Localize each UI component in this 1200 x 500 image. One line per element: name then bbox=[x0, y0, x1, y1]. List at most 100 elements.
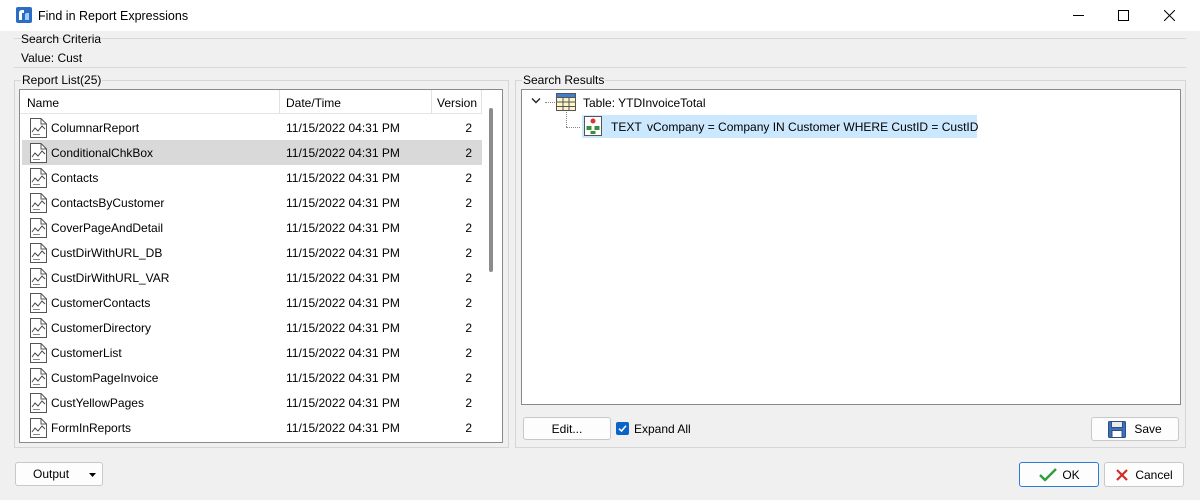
app-icon bbox=[16, 7, 32, 23]
report-datetime: 11/15/2022 04:31 PM bbox=[286, 396, 400, 410]
report-version: 2 bbox=[465, 296, 472, 310]
report-list-scrollbar[interactable] bbox=[489, 108, 493, 272]
report-datetime: 11/15/2022 04:31 PM bbox=[286, 271, 400, 285]
column-header-datetime[interactable]: Date/Time bbox=[286, 96, 341, 110]
tree-connector bbox=[566, 112, 567, 127]
report-list-row[interactable]: Contacts 11/15/2022 04:31 PM 2 bbox=[22, 165, 482, 190]
search-criteria-label: Search Criteria bbox=[21, 32, 102, 46]
text-component-icon bbox=[584, 116, 602, 136]
cancel-button-label: Cancel bbox=[1135, 467, 1173, 482]
report-datetime: 11/15/2022 04:31 PM bbox=[286, 296, 400, 310]
close-button[interactable] bbox=[1146, 0, 1192, 31]
floppy-disk-icon bbox=[1108, 420, 1127, 438]
report-document-icon bbox=[27, 217, 49, 239]
report-datetime: 11/15/2022 04:31 PM bbox=[286, 196, 400, 210]
report-version: 2 bbox=[465, 221, 472, 235]
tree-connector bbox=[545, 102, 555, 103]
report-name: ContactsByCustomer bbox=[51, 196, 165, 210]
report-version: 2 bbox=[465, 246, 472, 260]
report-version: 2 bbox=[465, 371, 472, 385]
report-list-row[interactable]: ContactsByCustomer 11/15/2022 04:31 PM 2 bbox=[22, 190, 482, 215]
report-list-row[interactable]: CustDirWithURL_DB 11/15/2022 04:31 PM 2 bbox=[22, 240, 482, 265]
report-list-row[interactable]: CustomerDirectory 11/15/2022 04:31 PM 2 bbox=[22, 315, 482, 340]
tree-node-text-selected[interactable]: TEXT vCompany = Company IN Customer WHER… bbox=[582, 115, 978, 138]
cancel-button[interactable]: Cancel bbox=[1104, 462, 1184, 487]
report-name: CustomPageInvoice bbox=[51, 371, 159, 385]
report-document-icon bbox=[27, 142, 49, 164]
column-header-name[interactable]: Name bbox=[27, 96, 59, 110]
report-version: 2 bbox=[465, 396, 472, 410]
report-document-icon bbox=[27, 167, 49, 189]
report-document-icon bbox=[27, 242, 49, 264]
expand-all-label[interactable]: Expand All bbox=[634, 422, 691, 436]
report-version: 2 bbox=[465, 146, 472, 160]
report-datetime: 11/15/2022 04:31 PM bbox=[286, 371, 400, 385]
cancel-x-icon bbox=[1116, 468, 1129, 481]
report-list-row[interactable]: FormInReports 11/15/2022 04:31 PM 2 bbox=[22, 415, 482, 440]
report-document-icon bbox=[27, 417, 49, 439]
report-list-row[interactable]: CustomerContacts 11/15/2022 04:31 PM 2 bbox=[22, 290, 482, 315]
report-list-row[interactable]: CustomerList 11/15/2022 04:31 PM 2 bbox=[22, 340, 482, 365]
edit-button[interactable]: Edit... bbox=[523, 417, 611, 440]
report-name: CustDirWithURL_VAR bbox=[51, 271, 170, 285]
report-datetime: 11/15/2022 04:31 PM bbox=[286, 346, 400, 360]
tree-connector bbox=[566, 127, 580, 128]
report-document-icon bbox=[27, 117, 49, 139]
output-dropdown-button[interactable]: Output bbox=[15, 462, 103, 486]
report-document-icon bbox=[27, 267, 49, 289]
report-datetime: 11/15/2022 04:31 PM bbox=[286, 246, 400, 260]
report-list-row[interactable]: CoverPageAndDetail 11/15/2022 04:31 PM 2 bbox=[22, 215, 482, 240]
report-version: 2 bbox=[465, 421, 472, 435]
report-document-icon bbox=[27, 317, 49, 339]
tree-node-type: TEXT bbox=[611, 120, 642, 134]
report-document-icon bbox=[27, 292, 49, 314]
report-name: CustDirWithURL_DB bbox=[51, 246, 163, 260]
report-datetime: 11/15/2022 04:31 PM bbox=[286, 221, 400, 235]
report-datetime: 11/15/2022 04:31 PM bbox=[286, 321, 400, 335]
checkmark-icon bbox=[618, 425, 627, 433]
report-list-row[interactable]: ConditionalChkBox 11/15/2022 04:31 PM 2 bbox=[22, 140, 482, 165]
maximize-button[interactable] bbox=[1100, 0, 1146, 31]
report-datetime: 11/15/2022 04:31 PM bbox=[286, 421, 400, 435]
report-document-icon bbox=[27, 367, 49, 389]
report-name: CoverPageAndDetail bbox=[51, 221, 164, 235]
ok-button-label: OK bbox=[1062, 467, 1080, 482]
report-document-icon bbox=[27, 192, 49, 214]
report-version: 2 bbox=[465, 121, 472, 135]
report-datetime: 11/15/2022 04:31 PM bbox=[286, 171, 400, 185]
column-header-version[interactable]: Version bbox=[437, 96, 477, 110]
dropdown-arrow-icon bbox=[89, 473, 96, 477]
tree-node-table[interactable]: Table: YTDInvoiceTotal bbox=[583, 96, 706, 110]
report-name: Contacts bbox=[51, 171, 99, 185]
maximize-icon bbox=[1117, 10, 1129, 21]
search-criteria-group bbox=[14, 38, 1186, 68]
report-version: 2 bbox=[465, 196, 472, 210]
report-datetime: 11/15/2022 04:31 PM bbox=[286, 146, 400, 160]
close-icon bbox=[1163, 10, 1175, 21]
report-name: CustomerDirectory bbox=[51, 321, 152, 335]
chevron-down-icon[interactable] bbox=[531, 97, 541, 105]
report-version: 2 bbox=[465, 171, 472, 185]
minimize-button[interactable] bbox=[1055, 0, 1101, 31]
ok-checkmark-icon bbox=[1039, 467, 1058, 481]
report-list-view[interactable]: Name Date/Time Version ColumnarReport 11/… bbox=[19, 89, 503, 443]
report-version: 2 bbox=[465, 271, 472, 285]
title-bar: Find in Report Expressions bbox=[0, 0, 1200, 31]
report-name: FormInReports bbox=[51, 421, 132, 435]
report-list-row[interactable]: ColumnarReport 11/15/2022 04:31 PM 2 bbox=[22, 115, 482, 140]
report-datetime: 11/15/2022 04:31 PM bbox=[286, 121, 400, 135]
ok-button[interactable]: OK bbox=[1019, 462, 1099, 487]
search-results-tree[interactable]: Table: YTDInvoiceTotal TEXT vCompany = C… bbox=[521, 89, 1181, 405]
report-document-icon bbox=[27, 392, 49, 414]
report-name: CustYellowPages bbox=[51, 396, 144, 410]
window-title: Find in Report Expressions bbox=[38, 9, 189, 23]
report-list-row[interactable]: CustYellowPages 11/15/2022 04:31 PM 2 bbox=[22, 390, 482, 415]
report-version: 2 bbox=[465, 321, 472, 335]
edit-button-label: Edit... bbox=[551, 421, 583, 436]
report-name: CustomerContacts bbox=[51, 296, 151, 310]
save-button[interactable]: Save bbox=[1091, 417, 1179, 441]
report-list-row[interactable]: CustomPageInvoice 11/15/2022 04:31 PM 2 bbox=[22, 365, 482, 390]
expand-all-checkbox[interactable] bbox=[616, 422, 629, 435]
report-version: 2 bbox=[465, 346, 472, 360]
report-list-row[interactable]: CustDirWithURL_VAR 11/15/2022 04:31 PM 2 bbox=[22, 265, 482, 290]
